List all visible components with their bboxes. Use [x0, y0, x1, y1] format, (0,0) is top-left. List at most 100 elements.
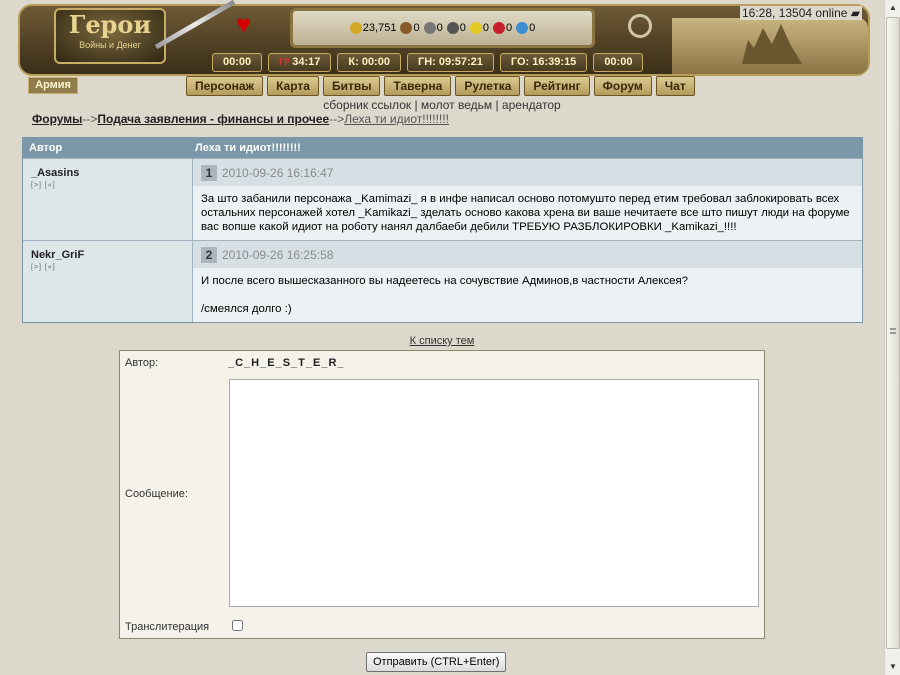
resource-item: 23,751	[349, 22, 397, 34]
author-label: Автор:	[125, 357, 159, 369]
author-column-header: Автор	[29, 142, 63, 154]
army-tab[interactable]: Армия	[28, 77, 78, 94]
resource-item: 0	[492, 22, 512, 34]
timer-value: 00:00	[604, 56, 633, 68]
back-to-topics-link[interactable]: К списку тем	[410, 335, 475, 347]
nav-tab[interactable]: Персонаж	[186, 76, 264, 96]
message-textarea[interactable]	[229, 379, 759, 607]
forum-thread-table: Автор Леха ти идиот!!!!!!!! _Asasins [>] …	[22, 137, 863, 323]
breadcrumb-section[interactable]: Подача заявления - финансы и прочее	[97, 112, 329, 126]
resource-item: 0	[400, 22, 420, 34]
scrollbar-thumb[interactable]	[886, 17, 900, 649]
author-value: _C_H_E_S_T_E_R_	[228, 357, 345, 369]
nav-tab[interactable]: Форум	[593, 76, 652, 96]
resource-value: 0	[413, 22, 420, 34]
timer-3: ГН: 09:57:21	[406, 53, 494, 72]
reply-form: Автор: _C_H_E_S_T_E_R_ Сообщение: Трансл…	[119, 350, 765, 639]
nav-tab[interactable]: Рулетка	[455, 76, 521, 96]
transliteration-label: Транслитерация	[125, 621, 210, 633]
post-text: И после всего вышесказанного вы надеетес…	[201, 275, 689, 287]
post-number: 1	[201, 164, 217, 181]
post-row: _Asasins [>] [«] 1 2010-09-26 16:16:47 За шт…	[23, 158, 862, 240]
logo-subtitle: Войны и Денег	[79, 40, 141, 50]
nav-tab[interactable]: Рейтинг	[524, 76, 590, 96]
breadcrumb-topic[interactable]: Леха ти идиот!!!!!!!!	[344, 112, 449, 126]
timer-value: 00:00	[223, 56, 252, 68]
author-name[interactable]: _Asasins	[31, 167, 192, 179]
table-header: Автор Леха ти идиот!!!!!!!!	[23, 138, 862, 158]
resource-value: 23,751	[362, 22, 397, 34]
gem-icon	[516, 22, 529, 34]
link-witch-hammer[interactable]: молот ведьм	[421, 98, 492, 112]
timer-value: К: 00:00	[348, 56, 390, 68]
health-heart-icon[interactable]: ♥	[236, 10, 251, 38]
sub-links: сборник ссылок | молот ведьм | арендатор	[323, 98, 561, 112]
game-logo[interactable]: Герои Войны и Денег	[54, 8, 166, 64]
post-text: /смеялся долго :)	[201, 303, 292, 315]
online-status-text: 16:28, 13504 online	[742, 6, 848, 20]
timer-value: 34:17	[292, 56, 321, 68]
timer-value: ГН: 09:57:21	[417, 56, 483, 68]
post-text: За што забанили персонажа _Kamimazi_ я в…	[201, 193, 850, 233]
author-action-links[interactable]: [>] [«]	[31, 264, 192, 271]
mail-icon[interactable]: ▰	[851, 6, 860, 20]
breadcrumb-forums[interactable]: Форумы	[32, 112, 82, 126]
gold-icon	[349, 22, 362, 34]
timer-1: ГР 34:17	[268, 53, 332, 72]
resource-item: 0	[423, 22, 443, 34]
main-nav: Армия Персонаж Карта Битвы Таверна Рулетка Ре…	[28, 76, 858, 96]
post-meta: 2 2010-09-26 16:25:58	[193, 241, 862, 268]
post-number: 2	[201, 246, 217, 263]
author-name[interactable]: Nekr_GriF	[31, 249, 192, 261]
timer-flag: ГР	[279, 57, 291, 67]
post-date: 2010-09-26 16:25:58	[222, 247, 334, 262]
castle-banner	[672, 18, 868, 74]
post-content: 2 2010-09-26 16:25:58 И после всего вышеск…	[193, 241, 862, 322]
post-text	[201, 288, 854, 302]
sulfur-icon	[469, 22, 482, 34]
crystal-icon	[492, 22, 505, 34]
transliteration-checkbox[interactable]	[232, 620, 243, 631]
submit-button[interactable]: Отправить (CTRL+Enter)	[366, 652, 507, 672]
online-status: 16:28, 13504 online ▰	[740, 6, 863, 20]
link-collection[interactable]: сборник ссылок	[323, 98, 411, 112]
timers-bar: 00:00 ГР 34:17 К: 00:00 ГН: 09:57:21 ГО: 16:3…	[212, 53, 644, 72]
breadcrumb-separator: -->	[329, 112, 345, 126]
post-author-cell: Nekr_GriF [>] [«]	[23, 241, 193, 322]
nav-tabs: Персонаж Карта Битвы Таверна Рулетка Рейтинг Ф…	[186, 76, 695, 96]
scrollbar[interactable]: ▲ ▼	[884, 0, 900, 675]
topic-title: Леха ти идиот!!!!!!!!	[195, 142, 301, 154]
timer-5: 00:00	[593, 53, 644, 72]
nav-tab[interactable]: Битвы	[322, 76, 381, 96]
mercury-icon	[446, 22, 459, 34]
resource-value: 0	[459, 22, 466, 34]
logo-title: Герои	[68, 10, 152, 39]
back-link-container: К списку тем	[0, 335, 884, 347]
breadcrumb-separator: -->	[82, 112, 98, 126]
resource-item: 0	[516, 22, 535, 34]
scroll-up-icon[interactable]: ▲	[886, 0, 900, 16]
nav-tab[interactable]: Чат	[655, 76, 695, 96]
nav-tab[interactable]: Таверна	[384, 76, 452, 96]
post-content: 1 2010-09-26 16:16:47 За што забанили перс…	[193, 159, 862, 240]
post-meta: 1 2010-09-26 16:16:47	[193, 159, 862, 186]
link-tenant[interactable]: арендатор	[502, 98, 561, 112]
post-row: Nekr_GriF [>] [«] 2 2010-09-26 16:25:58 И по…	[23, 240, 862, 322]
resources-bar: 23,751 0 0 0 0 0 0	[290, 8, 595, 48]
post-body: И после всего вышесказанного вы надеетес…	[193, 268, 862, 322]
breadcrumb: Форумы-->Подача заявления - финансы и пр…	[32, 112, 449, 126]
scroll-down-icon[interactable]: ▼	[886, 659, 900, 675]
post-author-cell: _Asasins [>] [«]	[23, 159, 193, 240]
post-date: 2010-09-26 16:16:47	[222, 165, 334, 180]
wood-icon	[400, 22, 413, 34]
timer-0: 00:00	[212, 53, 263, 72]
grip-icon	[890, 328, 896, 334]
nav-tab[interactable]: Карта	[267, 76, 319, 96]
resource-value: 0	[482, 22, 489, 34]
author-action-links[interactable]: [>] [«]	[31, 182, 192, 189]
ring-icon[interactable]	[628, 14, 652, 38]
ore-icon	[423, 22, 436, 34]
timer-4: ГО: 16:39:15	[499, 53, 588, 72]
resource-value: 0	[436, 22, 443, 34]
resource-value: 0	[529, 22, 536, 34]
